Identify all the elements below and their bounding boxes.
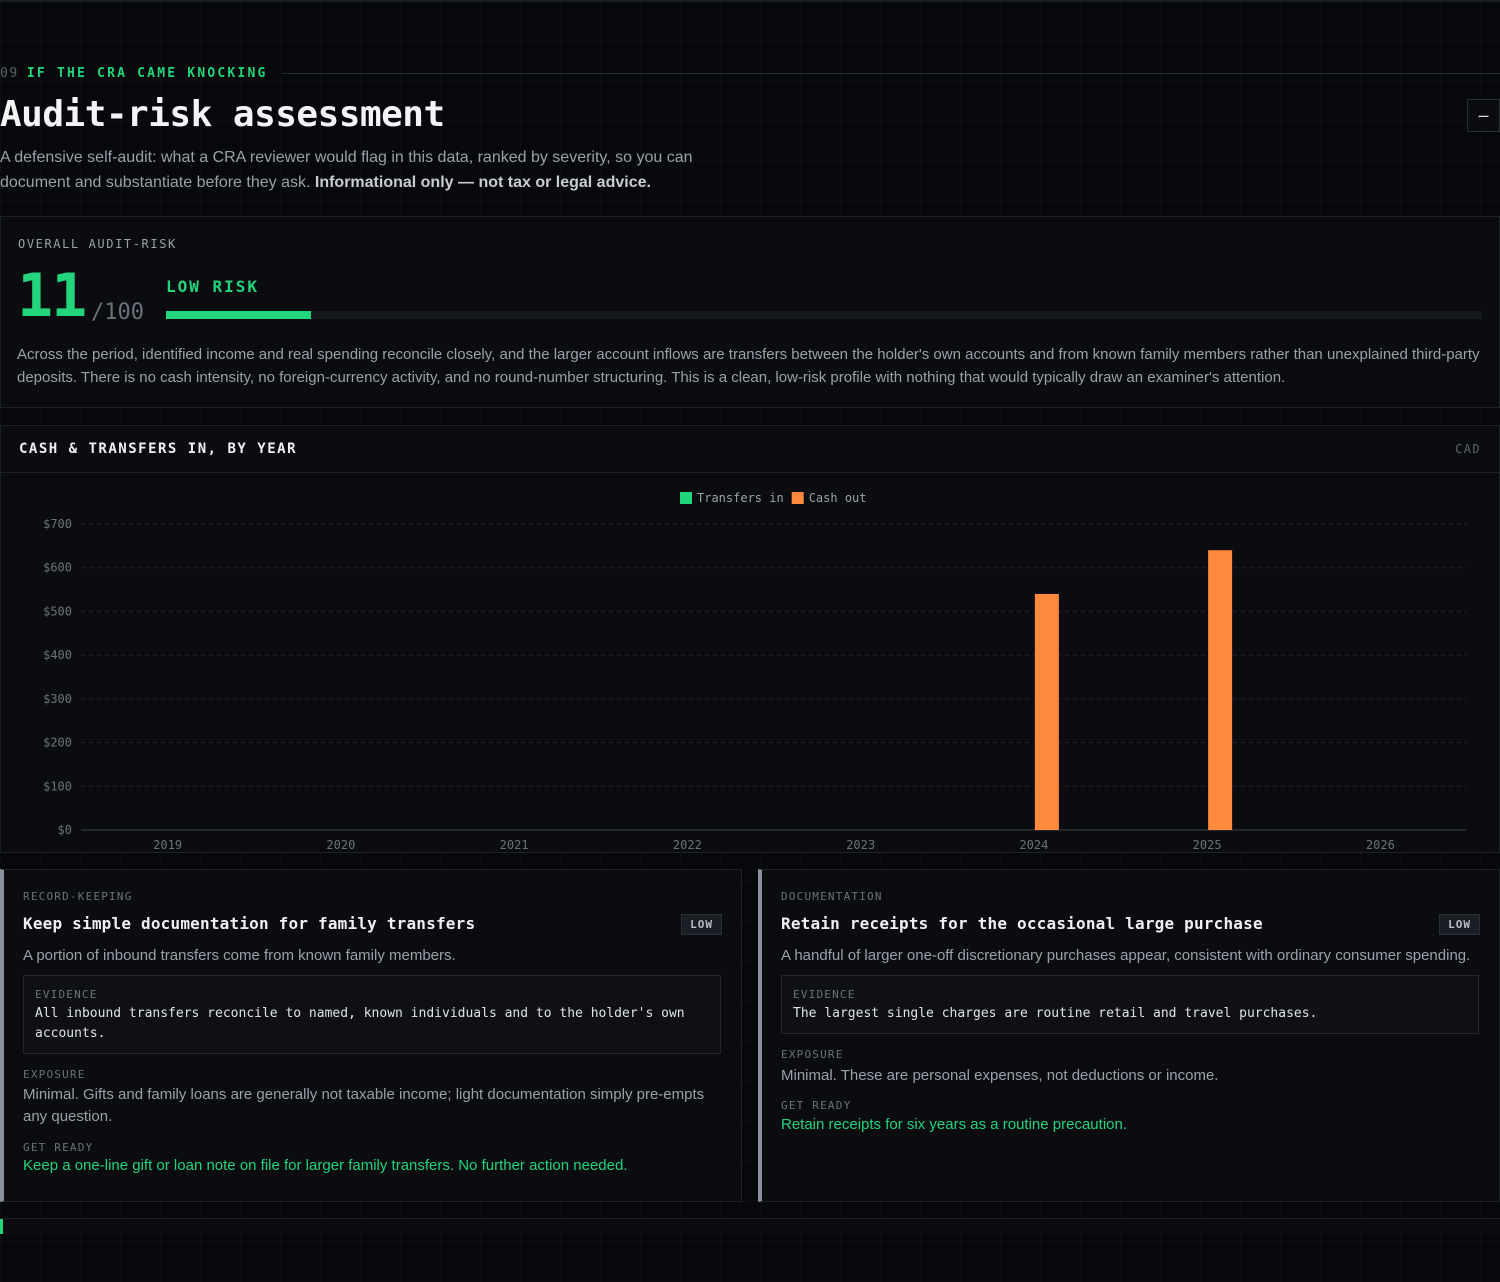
x-tick-label: 2023 [846, 838, 875, 851]
y-tick-label: $400 [43, 648, 72, 662]
evidence-label: EVIDENCE [35, 988, 98, 1001]
collapse-button[interactable]: – [1467, 99, 1500, 132]
card-category: DOCUMENTATION [781, 890, 883, 903]
risk-score: 11 [17, 261, 87, 331]
card-description: A handful of larger one-off discretionar… [781, 947, 1471, 964]
y-tick-label: $100 [43, 779, 72, 793]
page: 09 IF THE CRA CAME KNOCKING Audit-risk a… [0, 0, 1500, 1282]
chart-panel: CASH & TRANSFERS IN, BY YEAR CAD $0 $100 $… [0, 425, 1500, 853]
top-divider [0, 0, 1500, 2]
card-category: RECORD-KEEPING [23, 890, 133, 903]
bar-cash-out [1208, 550, 1233, 830]
y-tick-label: $500 [43, 604, 72, 618]
scroll-progress-bar [0, 1218, 1500, 1234]
x-tick-label: 2024 [1019, 838, 1048, 851]
evidence-text: All inbound transfers reconcile to named… [35, 1006, 685, 1041]
section-eyebrow: 09 IF THE CRA CAME KNOCKING [0, 65, 1500, 81]
get-ready-label: GET READY [23, 1141, 94, 1154]
section-eyebrow-label: IF THE CRA CAME KNOCKING [26, 65, 268, 81]
page-title: Audit-risk assessment [0, 94, 445, 135]
page-intro: A defensive self-audit: what a CRA revie… [0, 145, 740, 195]
legend-swatch [680, 492, 692, 504]
severity-badge: LOW [681, 914, 722, 935]
evidence-box: EVIDENCE All inbound transfers reconcile… [23, 975, 721, 1054]
exposure-text: Minimal. These are personal expenses, no… [781, 1067, 1219, 1084]
legend-swatch [791, 492, 804, 504]
x-tick-label: 2020 [326, 838, 355, 851]
get-ready-text: Retain receipts for six years as a routi… [781, 1116, 1128, 1133]
finding-card-documentation: DOCUMENTATION Retain receipts for the oc… [758, 869, 1500, 1202]
evidence-label: EVIDENCE [793, 988, 856, 1001]
x-tick-label: 2022 [673, 838, 702, 851]
y-tick-label: $300 [43, 692, 72, 706]
card-title: Retain receipts for the occasional large… [781, 914, 1263, 933]
card-title: Keep simple documentation for family tra… [23, 914, 476, 933]
chart-title: CASH & TRANSFERS IN, BY YEAR [19, 441, 298, 457]
exposure-label: EXPOSURE [781, 1048, 844, 1061]
card-description: A portion of inbound transfers come from… [23, 947, 456, 964]
risk-score-max: /100 [91, 300, 144, 325]
legend-label: Transfers in [697, 491, 784, 505]
risk-meter [166, 311, 1482, 319]
x-tick-label: 2019 [153, 838, 182, 851]
risk-level-label: LOW RISK [166, 277, 260, 296]
evidence-text: The largest single charges are routine r… [793, 1006, 1318, 1021]
chart-currency: CAD [1455, 442, 1481, 456]
get-ready-text: Keep a one-line gift or loan note on fil… [23, 1157, 628, 1174]
risk-meter-fill [166, 311, 311, 319]
bar-cash-out [1034, 593, 1059, 830]
legend-label: Cash out [809, 491, 867, 505]
x-tick-label: 2026 [1366, 838, 1395, 851]
section-number: 09 [0, 65, 19, 81]
bar-chart: $0 $100 $200 $300 $400 $500 $600 $700 2019 2020 20… [43, 491, 1467, 851]
y-tick-label: $700 [43, 517, 72, 531]
eyebrow-rule [281, 72, 1500, 74]
finding-card-record-keeping: RECORD-KEEPING Keep simple documentation… [0, 869, 742, 1202]
get-ready-label: GET READY [781, 1099, 852, 1112]
chart-header: CASH & TRANSFERS IN, BY YEAR CAD [1, 426, 1499, 473]
x-tick-label: 2025 [1193, 838, 1222, 851]
severity-badge: LOW [1439, 914, 1480, 935]
exposure-label: EXPOSURE [23, 1068, 86, 1081]
exposure-text: Minimal. Gifts and family loans are gene… [23, 1086, 705, 1125]
evidence-box: EVIDENCE The largest single charges are … [781, 975, 1479, 1034]
scroll-progress-fill [0, 1219, 3, 1234]
overall-risk-label: OVERALL AUDIT-RISK [18, 237, 177, 251]
disclaimer-text: Informational only — not tax or legal ad… [314, 174, 651, 191]
y-tick-label: $0 [58, 823, 72, 837]
y-tick-label: $600 [43, 561, 72, 575]
y-tick-label: $200 [43, 736, 72, 750]
risk-summary: Across the period, identified income and… [17, 346, 1480, 386]
minus-icon: – [1478, 105, 1489, 125]
x-tick-label: 2021 [500, 838, 529, 851]
